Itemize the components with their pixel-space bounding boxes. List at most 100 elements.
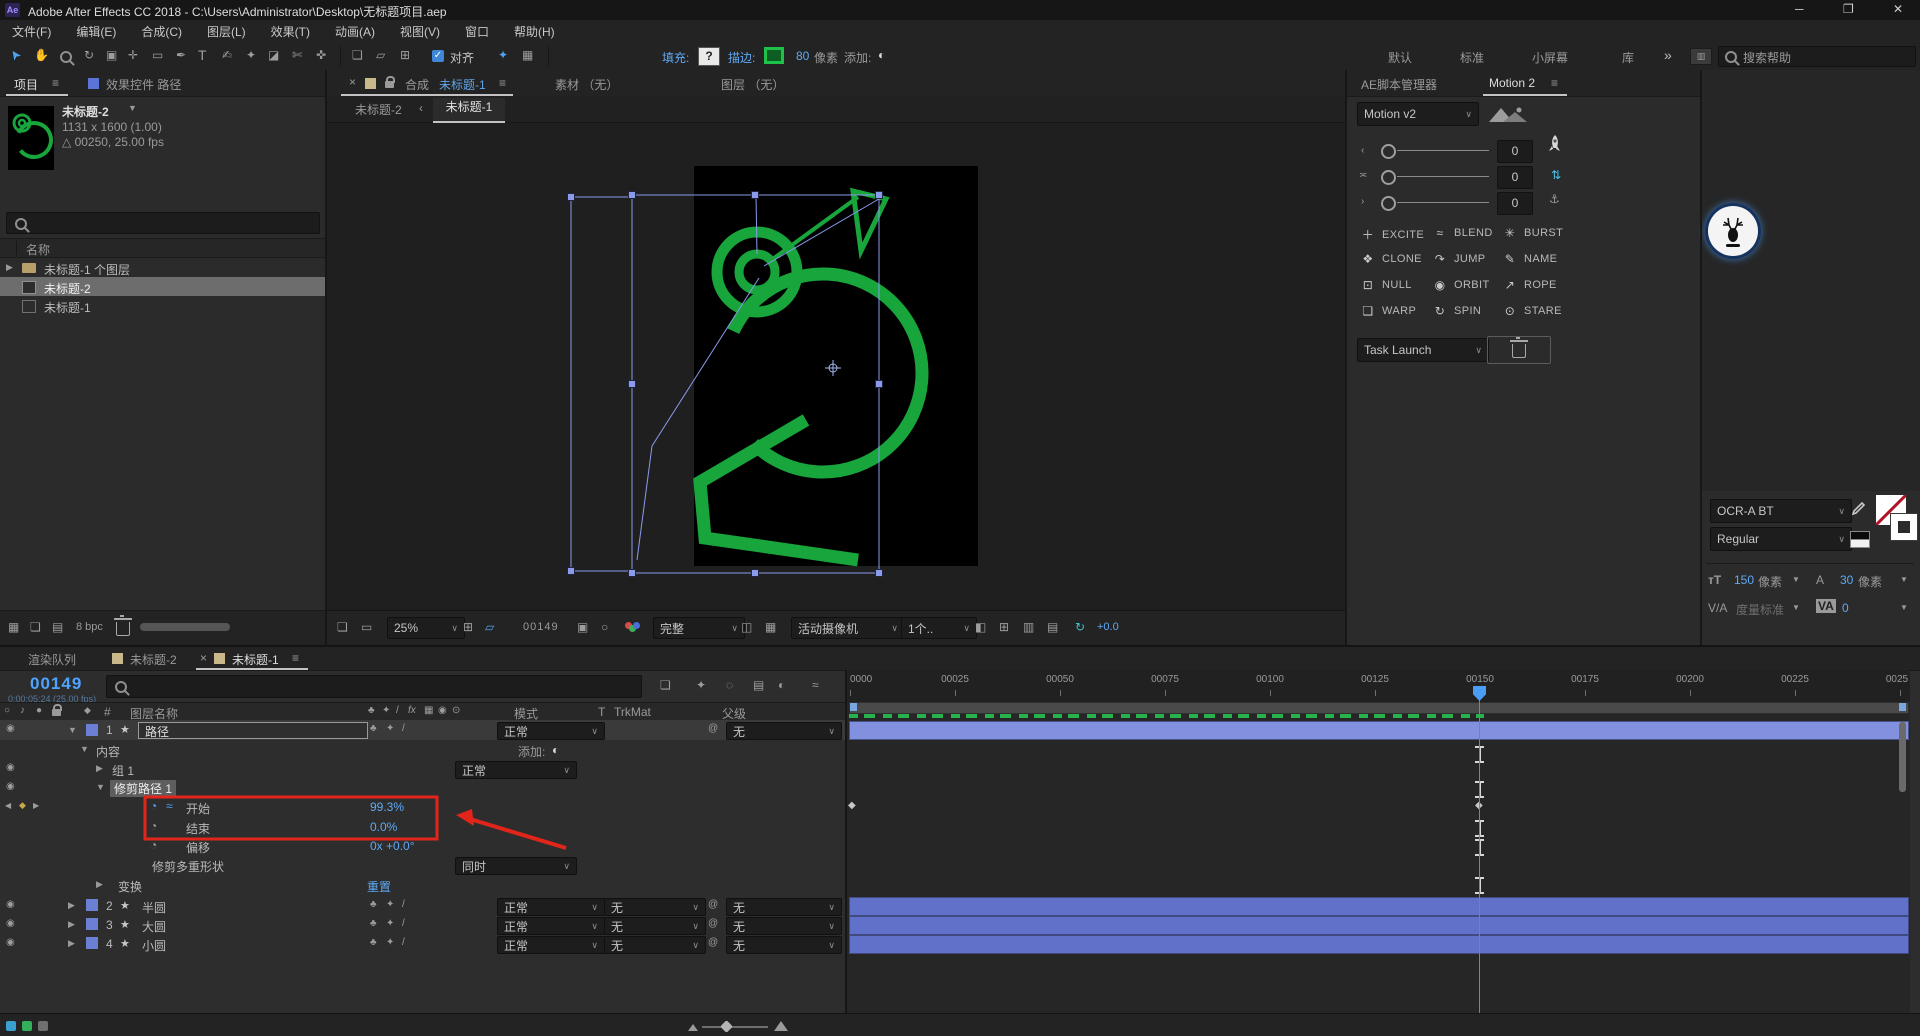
contents-row[interactable]: ▼ 内容 添加: ◐: [0, 740, 845, 759]
breadcrumb-comp1-label[interactable]: 未标题-1: [446, 100, 493, 114]
project-row-comp1[interactable]: 未标题-1: [0, 296, 325, 315]
quality-toggle-icon[interactable]: /: [402, 918, 405, 929]
exposure-value[interactable]: +0.0: [1097, 621, 1119, 633]
snapshot-icon[interactable]: ▣: [577, 620, 588, 634]
tab-project[interactable]: 项目: [14, 76, 38, 93]
quality-toggle-icon[interactable]: /: [402, 723, 405, 734]
collapse-toggle-icon[interactable]: ✦: [386, 918, 394, 929]
work-area-bar[interactable]: [849, 702, 1909, 714]
tab-effect-controls[interactable]: 效果控件 路径: [106, 76, 181, 93]
prev-keyframe-icon[interactable]: ◀: [5, 801, 11, 810]
layer-name[interactable]: 小圆: [142, 937, 166, 954]
slider3-mode-icon[interactable]: ›: [1361, 196, 1364, 207]
start-value[interactable]: 99.3%: [370, 800, 404, 814]
fill-label[interactable]: 填充:: [662, 49, 689, 66]
motion-panel-menu-icon[interactable]: ≡: [1551, 76, 1558, 90]
project-item-title[interactable]: 未标题-2: [62, 103, 109, 120]
magnification-value[interactable]: 25%: [394, 621, 418, 635]
project-item-label[interactable]: 未标题-1 个图层: [44, 261, 130, 278]
transparency-grid-icon[interactable]: ▦: [765, 620, 776, 634]
project-flowchart-icon[interactable]: ▦: [8, 620, 19, 634]
mode-dropdown[interactable]: 正常∨: [497, 936, 605, 954]
parent-value[interactable]: 无: [733, 723, 745, 740]
parent-value[interactable]: 无: [733, 937, 745, 954]
transform-row[interactable]: ▶ 变换 重置: [0, 875, 845, 894]
graph-toggle-icon[interactable]: ≈: [166, 799, 173, 813]
workspace-grid-button[interactable]: ▥: [1690, 48, 1712, 65]
expander-icon[interactable]: ▼: [68, 725, 77, 735]
menu-help[interactable]: 帮助(H): [514, 23, 555, 40]
stroke-color-swatch[interactable]: [1890, 513, 1918, 541]
updown-arrows-icon[interactable]: ⇅: [1551, 168, 1561, 182]
eraser-tool[interactable]: ◪: [268, 48, 279, 62]
choose-grid-icon[interactable]: ⊞: [463, 620, 473, 634]
slider2-knob[interactable]: [1381, 170, 1396, 185]
shy-toggle-icon[interactable]: ♣: [370, 937, 377, 948]
pan-behind-tool[interactable]: ✛: [128, 48, 138, 62]
view-layout-value[interactable]: 1个..: [908, 620, 933, 637]
motion-button-clone[interactable]: ❖CLONE: [1361, 252, 1422, 266]
draft-3d-icon[interactable]: ✦: [696, 678, 706, 692]
trim-multiple-value[interactable]: 同时: [462, 858, 486, 875]
frame-blending-icon[interactable]: ▤: [753, 678, 764, 692]
slider3-knob[interactable]: [1381, 196, 1396, 211]
label-color-chip[interactable]: [86, 899, 98, 911]
parent-pickwhip-icon[interactable]: @: [708, 937, 718, 948]
eyedropper-icon[interactable]: [1848, 501, 1866, 519]
toggle-transforms-icon[interactable]: [38, 1021, 48, 1031]
expander-icon[interactable]: ▶: [68, 900, 75, 911]
layer-row-3[interactable]: ◉ ▶ 3 ★ 大圆 ♣ ✦ / 正常∨ 无∨ @ 无∨: [0, 915, 845, 934]
workspace-person-icon[interactable]: ✦: [498, 48, 508, 62]
rocket-icon[interactable]: [1547, 134, 1563, 156]
folder-expand-icon[interactable]: ▶: [6, 262, 13, 273]
anchor-icon[interactable]: ⚓: [1549, 192, 1560, 206]
snap-checkbox[interactable]: ✓: [432, 50, 444, 62]
parent-pickwhip-icon[interactable]: @: [708, 899, 718, 910]
region-of-interest-icon[interactable]: ◫: [741, 620, 752, 634]
stroke-swatch[interactable]: [764, 47, 784, 64]
project-row-folder[interactable]: ▶ 未标题-1 个图层: [0, 258, 325, 277]
slider1-value-field[interactable]: 0: [1497, 140, 1533, 163]
mountains-icon[interactable]: [1481, 106, 1531, 124]
graph-editor-icon[interactable]: ≈: [812, 678, 819, 692]
toggle-mask-icon[interactable]: ▱: [485, 620, 494, 634]
slider2-value[interactable]: 0: [1512, 170, 1519, 184]
tab-comp1[interactable]: 未标题-1: [232, 651, 279, 668]
mode-value[interactable]: 正常: [504, 723, 528, 740]
mode-value[interactable]: 正常: [504, 899, 528, 916]
add-property-icon[interactable]: ◐: [552, 743, 559, 757]
expander-icon[interactable]: ▶: [96, 763, 103, 774]
task-launch-value[interactable]: Task Launch: [1364, 343, 1431, 357]
timeline-panel-menu-icon[interactable]: ≡: [292, 651, 299, 665]
parent-dropdown[interactable]: 无∨: [726, 917, 842, 935]
slider3-value-field[interactable]: 0: [1497, 192, 1533, 215]
eye-icon[interactable]: ◉: [6, 723, 15, 734]
breadcrumb-comp2[interactable]: 未标题-2: [355, 101, 402, 118]
menu-view[interactable]: 视图(V): [400, 23, 440, 40]
project-item-title-caret[interactable]: ▼: [128, 103, 137, 113]
motion-button-spin[interactable]: ↻SPIN: [1433, 304, 1481, 318]
hide-shy-layers-icon[interactable]: ◌: [726, 678, 733, 692]
snap-label[interactable]: 对齐: [450, 49, 474, 66]
group-blend-dropdown[interactable]: 正常∨: [455, 761, 577, 779]
tab-layer[interactable]: 图层 （无）: [721, 76, 784, 93]
view-layout-dropdown[interactable]: 1个..∨: [901, 617, 977, 639]
layer2-duration-bar[interactable]: [849, 897, 1909, 916]
project-folder-icon[interactable]: ❏: [30, 620, 41, 634]
mode-value[interactable]: 正常: [504, 937, 528, 954]
font-size-caret[interactable]: ▼: [1792, 575, 1800, 584]
brush-tool[interactable]: ✍: [222, 48, 232, 62]
stopwatch-icon[interactable]: ◔: [150, 819, 157, 833]
pen-tool[interactable]: ✒: [176, 48, 186, 62]
slider3-value[interactable]: 0: [1512, 196, 1519, 210]
resolution-value[interactable]: 完整: [660, 620, 684, 637]
kerning-caret[interactable]: ▼: [1792, 603, 1800, 612]
keyframe-diamond[interactable]: ◆: [848, 800, 856, 811]
expander-icon[interactable]: ▶: [68, 919, 75, 930]
menu-animation[interactable]: 动画(A): [335, 23, 375, 40]
collapse-toggle-icon[interactable]: ✦: [386, 937, 394, 948]
menu-effect[interactable]: 效果(T): [271, 23, 310, 40]
menu-edit[interactable]: 编辑(E): [76, 23, 116, 40]
comp-tab-prefix[interactable]: 合成: [405, 76, 429, 93]
mode-value[interactable]: 正常: [504, 918, 528, 935]
